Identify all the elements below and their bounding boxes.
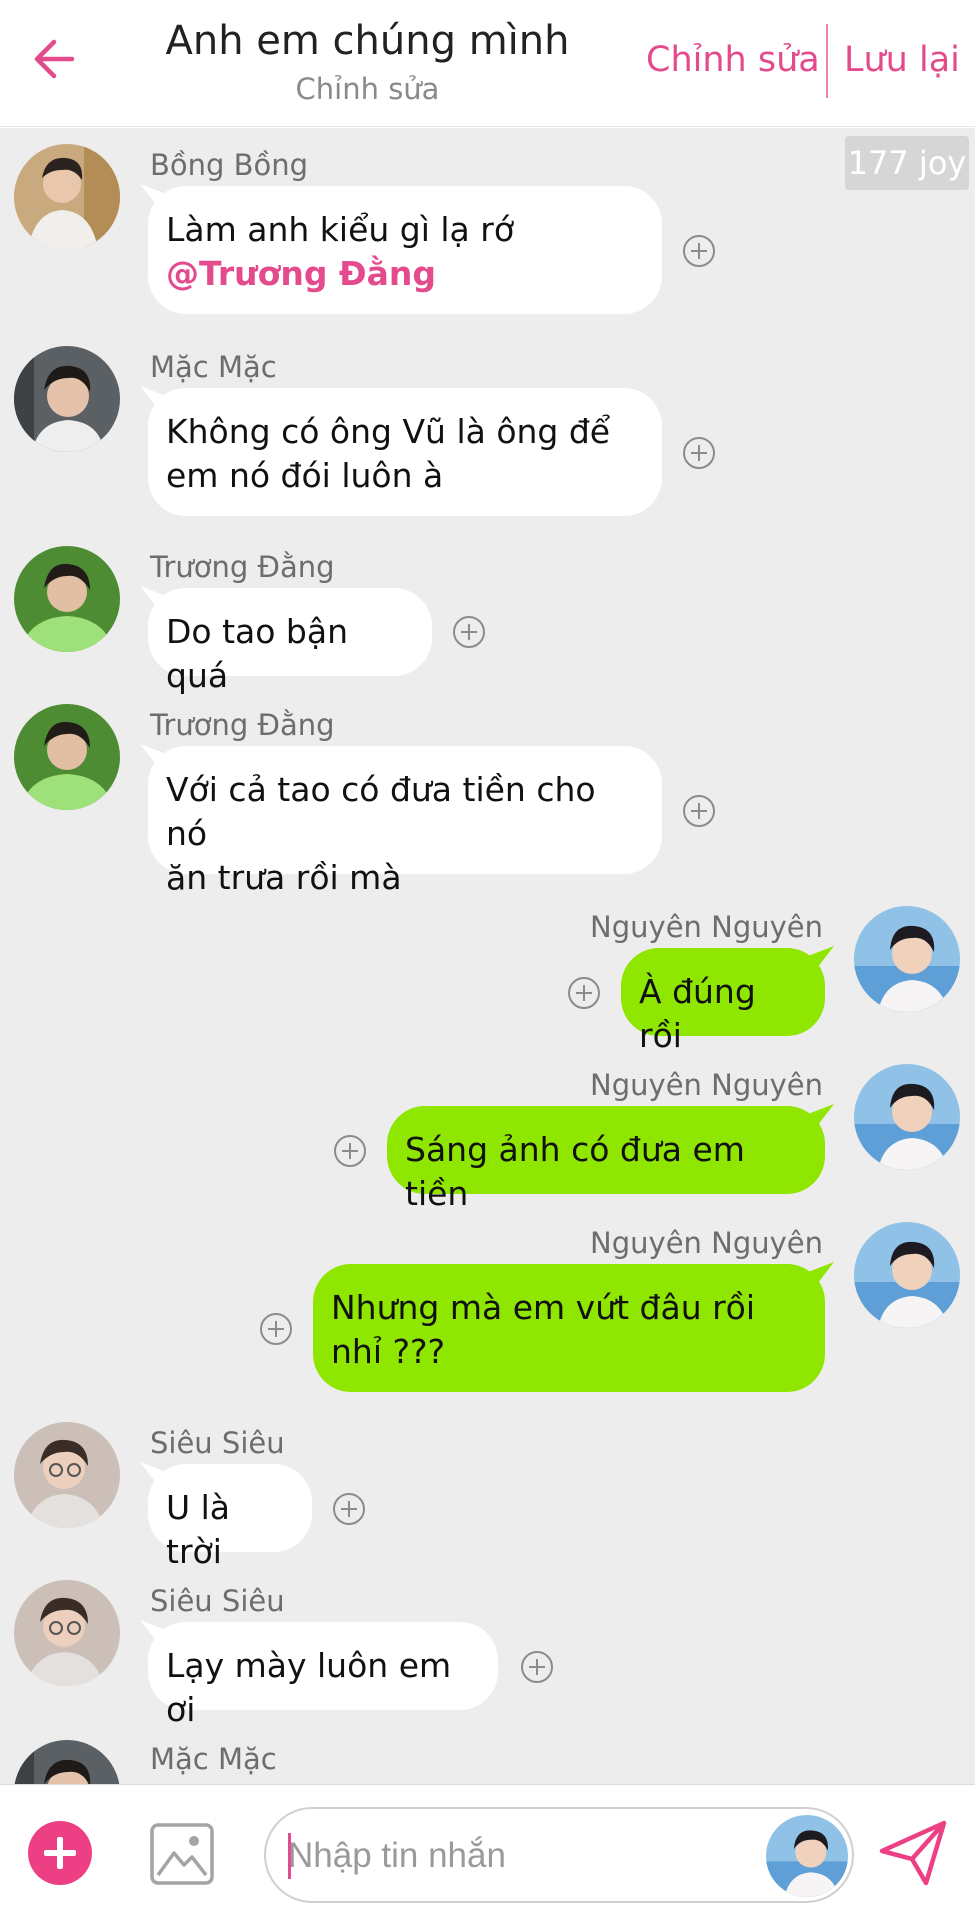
message-text: nhỉ ??? [331,1332,446,1371]
bubble-tail [140,184,166,210]
message-text: Không có ông Vũ là ông để [166,412,611,451]
avatar[interactable] [854,906,960,1012]
text-caret [288,1833,291,1879]
composer-bar [0,1784,975,1920]
message-bubble[interactable]: À đúng rồi [621,948,825,1055]
message-bubble[interactable]: Không có ông Vũ là ông để em nó đói luôn… [148,388,662,516]
message-text: Nhưng mà em vứt đâu rồi [331,1288,756,1327]
plus-circle-icon[interactable] [28,1821,92,1885]
message-text: Với cả tao có đưa tiền cho nó [166,770,596,853]
avatar[interactable] [854,1064,960,1170]
save-button[interactable]: Lưu lại [844,40,960,80]
chat-area[interactable]: 177 joy Bồng Bồng Làm anh kiểu gì lạ rớ … [0,128,975,1784]
message-bubble[interactable]: U là trời [148,1464,312,1571]
sender-name: Trương Đằng [150,550,335,584]
message-input[interactable] [288,1831,728,1881]
sender-name: Mặc Mặc [150,350,277,384]
sender-name: Nguyên Nguyên [590,1226,823,1260]
bubble-tail [808,1262,834,1288]
message-text: U là trời [166,1488,231,1571]
edit-button[interactable]: Chỉnh sửa [646,40,820,80]
message-bubble[interactable]: Sáng ảnh có đưa em tiền [387,1106,825,1213]
sender-name: Nguyên Nguyên [590,910,823,944]
avatar[interactable] [14,1580,120,1686]
back-arrow-icon[interactable] [28,34,78,84]
message-text: Do tao bận quá [166,612,349,695]
react-plus-icon[interactable] [334,1135,366,1167]
chat-title: Anh em chúng mình [165,18,570,64]
bubble-tail [140,1462,166,1488]
avatar[interactable] [14,346,120,452]
message-text: Lạy mày luôn em ơi [166,1646,452,1729]
chat-subtitle: Chỉnh sửa [295,72,440,106]
avatar[interactable] [14,144,120,250]
bubble-tail [808,946,834,972]
header-divider [826,24,828,98]
avatar[interactable] [14,1740,120,1784]
mention-link[interactable]: @Trương Đằng [166,252,644,296]
bubble-tail [808,1104,834,1130]
react-plus-icon[interactable] [453,616,485,648]
bubble-tail [140,744,166,770]
message-bubble[interactable]: Lạy mày luôn em ơi [148,1622,498,1729]
avatar[interactable] [14,704,120,810]
sender-name: Mặc Mặc [150,1742,277,1776]
react-plus-icon[interactable] [683,795,715,827]
image-icon[interactable] [150,1823,214,1885]
message-text: À đúng rồi [639,972,756,1055]
sender-name: Siêu Siêu [150,1426,285,1460]
react-plus-icon[interactable] [683,235,715,267]
message-text: ăn trưa rồi mà [166,858,402,897]
message-bubble[interactable]: Nhưng mà em vứt đâu rồi nhỉ ??? [313,1264,825,1392]
message-input-box[interactable] [264,1807,854,1903]
react-plus-icon[interactable] [683,437,715,469]
send-icon[interactable] [878,1819,948,1887]
sender-name: Trương Đằng [150,708,335,742]
bubble-tail [140,386,166,412]
message-bubble[interactable]: Với cả tao có đưa tiền cho nó ăn trưa rồ… [148,746,662,897]
message-bubble[interactable]: Do tao bận quá [148,588,432,695]
message-text: Sáng ảnh có đưa em tiền [405,1130,745,1213]
react-plus-icon[interactable] [521,1651,553,1683]
bubble-tail [140,586,166,612]
react-plus-icon[interactable] [333,1493,365,1525]
message-text: Làm anh kiểu gì lạ rớ [166,210,515,249]
message-text: em nó đói luôn à [166,456,444,495]
avatar[interactable] [14,546,120,652]
sender-name: Bồng Bồng [150,148,309,182]
sender-name: Nguyên Nguyên [590,1068,823,1102]
avatar[interactable] [766,1815,848,1897]
avatar[interactable] [854,1222,960,1328]
react-plus-icon[interactable] [260,1313,292,1345]
react-plus-icon[interactable] [568,977,600,1009]
joy-badge: 177 joy [845,136,969,190]
bubble-tail [140,1620,166,1646]
avatar[interactable] [14,1422,120,1528]
chat-header: Anh em chúng mình Chỉnh sửa Chỉnh sửa Lư… [0,0,975,127]
sender-name: Siêu Siêu [150,1584,285,1618]
message-bubble[interactable]: Làm anh kiểu gì lạ rớ @Trương Đằng [148,186,662,314]
